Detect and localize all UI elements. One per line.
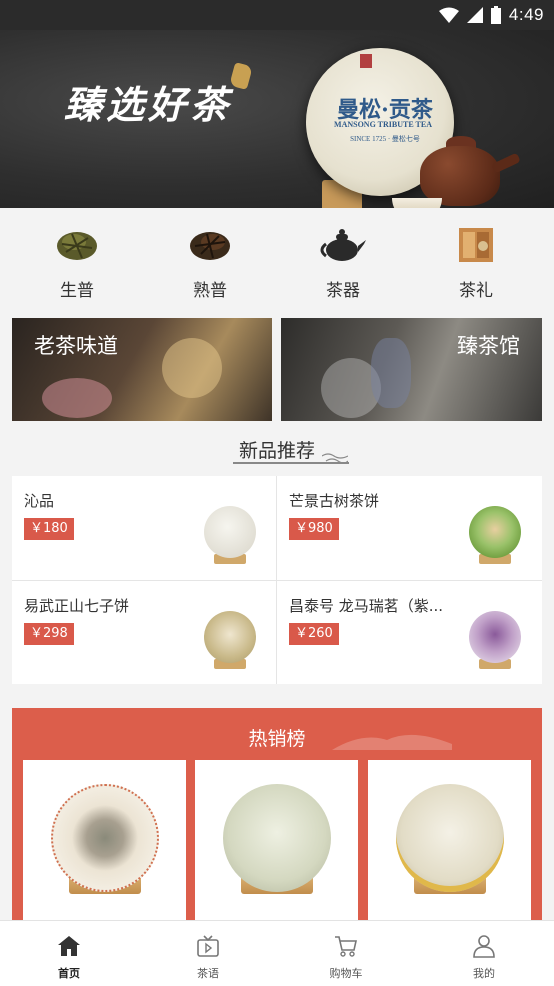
signal-icon (466, 7, 483, 23)
category-tea-ware[interactable]: 茶器 (303, 222, 383, 301)
product-price: ￥980 (289, 518, 339, 540)
teapot-spout (491, 152, 521, 174)
tab-profile[interactable]: 我的 (444, 933, 524, 981)
product-card[interactable]: 沁品 ￥180 (12, 476, 276, 580)
category-bar: 生普 熟普 茶器 茶礼 (0, 208, 554, 308)
product-price: ￥260 (289, 623, 339, 645)
tea-cup-image (392, 198, 442, 208)
product-card[interactable]: 昌泰号 龙马瑞茗（紫... ￥260 (277, 581, 541, 685)
status-time: 4:49 (508, 5, 544, 24)
product-name: 沁品 (24, 492, 55, 510)
tab-label: 购物车 (329, 967, 363, 980)
product-price: ￥180 (24, 518, 74, 540)
hot-sellers-title: 热销榜 (248, 728, 306, 750)
cake-since: SINCE 1725 · 曼松七号 (350, 135, 420, 143)
product-card[interactable]: 芒景古树茶饼 ￥980 (277, 476, 541, 580)
hero-banner[interactable]: 臻选好茶 曼松·贡茶 MANSONG TRIBUTE TEA SINCE 172… (0, 30, 554, 208)
tab-label: 茶语 (197, 967, 219, 980)
cake-name-en: MANSONG TRIBUTE TEA (334, 120, 432, 129)
teapot-icon (320, 229, 366, 261)
tab-label: 我的 (473, 967, 495, 980)
promo-old-tea[interactable]: 老茶味道 (12, 318, 272, 421)
battery-icon (490, 6, 501, 24)
home-icon (58, 936, 80, 956)
category-label: 生普 (60, 281, 94, 301)
category-sheng-pu[interactable]: 生普 (37, 222, 117, 301)
status-bar: 4:49 (0, 0, 554, 30)
product-price: ￥298 (24, 623, 74, 645)
loose-tea-icon (57, 232, 97, 260)
product-image (469, 611, 521, 663)
product-image (469, 506, 521, 558)
wifi-icon (438, 7, 459, 23)
gift-box-icon (459, 228, 493, 262)
promo-decoration (42, 378, 112, 418)
dark-tea-icon (190, 232, 230, 260)
bottom-tab-bar: 首页 茶语 购物车 我的 (0, 920, 554, 986)
status-icons: 4:49 (438, 4, 544, 26)
product-name: 易武正山七子饼 (24, 597, 130, 615)
promo-tea-house[interactable]: 臻茶馆 (281, 318, 542, 421)
hot-sellers-section: 热销榜 (12, 708, 542, 928)
product-image (204, 611, 256, 663)
banner-seal (229, 62, 253, 90)
product-name: 芒景古树茶饼 (289, 492, 380, 510)
product-card[interactable]: 易武正山七子饼 ￥298 (12, 581, 276, 685)
new-products-grid: 沁品 ￥180 芒景古树茶饼 ￥980 易武正山七子饼 ￥298 昌泰号 龙马瑞… (12, 476, 542, 684)
tab-tea-talk[interactable]: 茶语 (168, 933, 248, 981)
teapot-image (420, 146, 500, 206)
promo-label: 老茶味道 (34, 334, 118, 358)
wave-decoration (322, 453, 348, 464)
hot-product-card[interactable] (368, 760, 531, 928)
user-icon (473, 935, 495, 958)
category-label: 茶器 (326, 281, 360, 301)
tab-home[interactable]: 首页 (29, 933, 109, 981)
product-name: 昌泰号 龙马瑞茗（紫... (289, 597, 444, 615)
category-label: 茶礼 (459, 281, 493, 301)
hot-product-card[interactable] (195, 760, 358, 928)
product-image (204, 506, 256, 558)
category-label: 熟普 (193, 281, 227, 301)
category-gift[interactable]: 茶礼 (436, 222, 516, 301)
promo-decoration (371, 338, 411, 408)
hot-product-card[interactable] (23, 760, 186, 928)
video-icon (197, 935, 219, 957)
cake-logo (360, 54, 372, 68)
product-image (51, 784, 159, 892)
product-image (223, 784, 331, 892)
product-image (396, 784, 504, 892)
cart-icon (335, 936, 357, 957)
promo-label: 臻茶馆 (457, 334, 520, 358)
tab-label: 首页 (58, 967, 80, 980)
banner-title: 臻选好茶 (64, 82, 233, 127)
category-shu-pu[interactable]: 熟普 (170, 222, 250, 301)
tab-cart[interactable]: 购物车 (306, 933, 386, 981)
promo-decoration (162, 338, 222, 398)
